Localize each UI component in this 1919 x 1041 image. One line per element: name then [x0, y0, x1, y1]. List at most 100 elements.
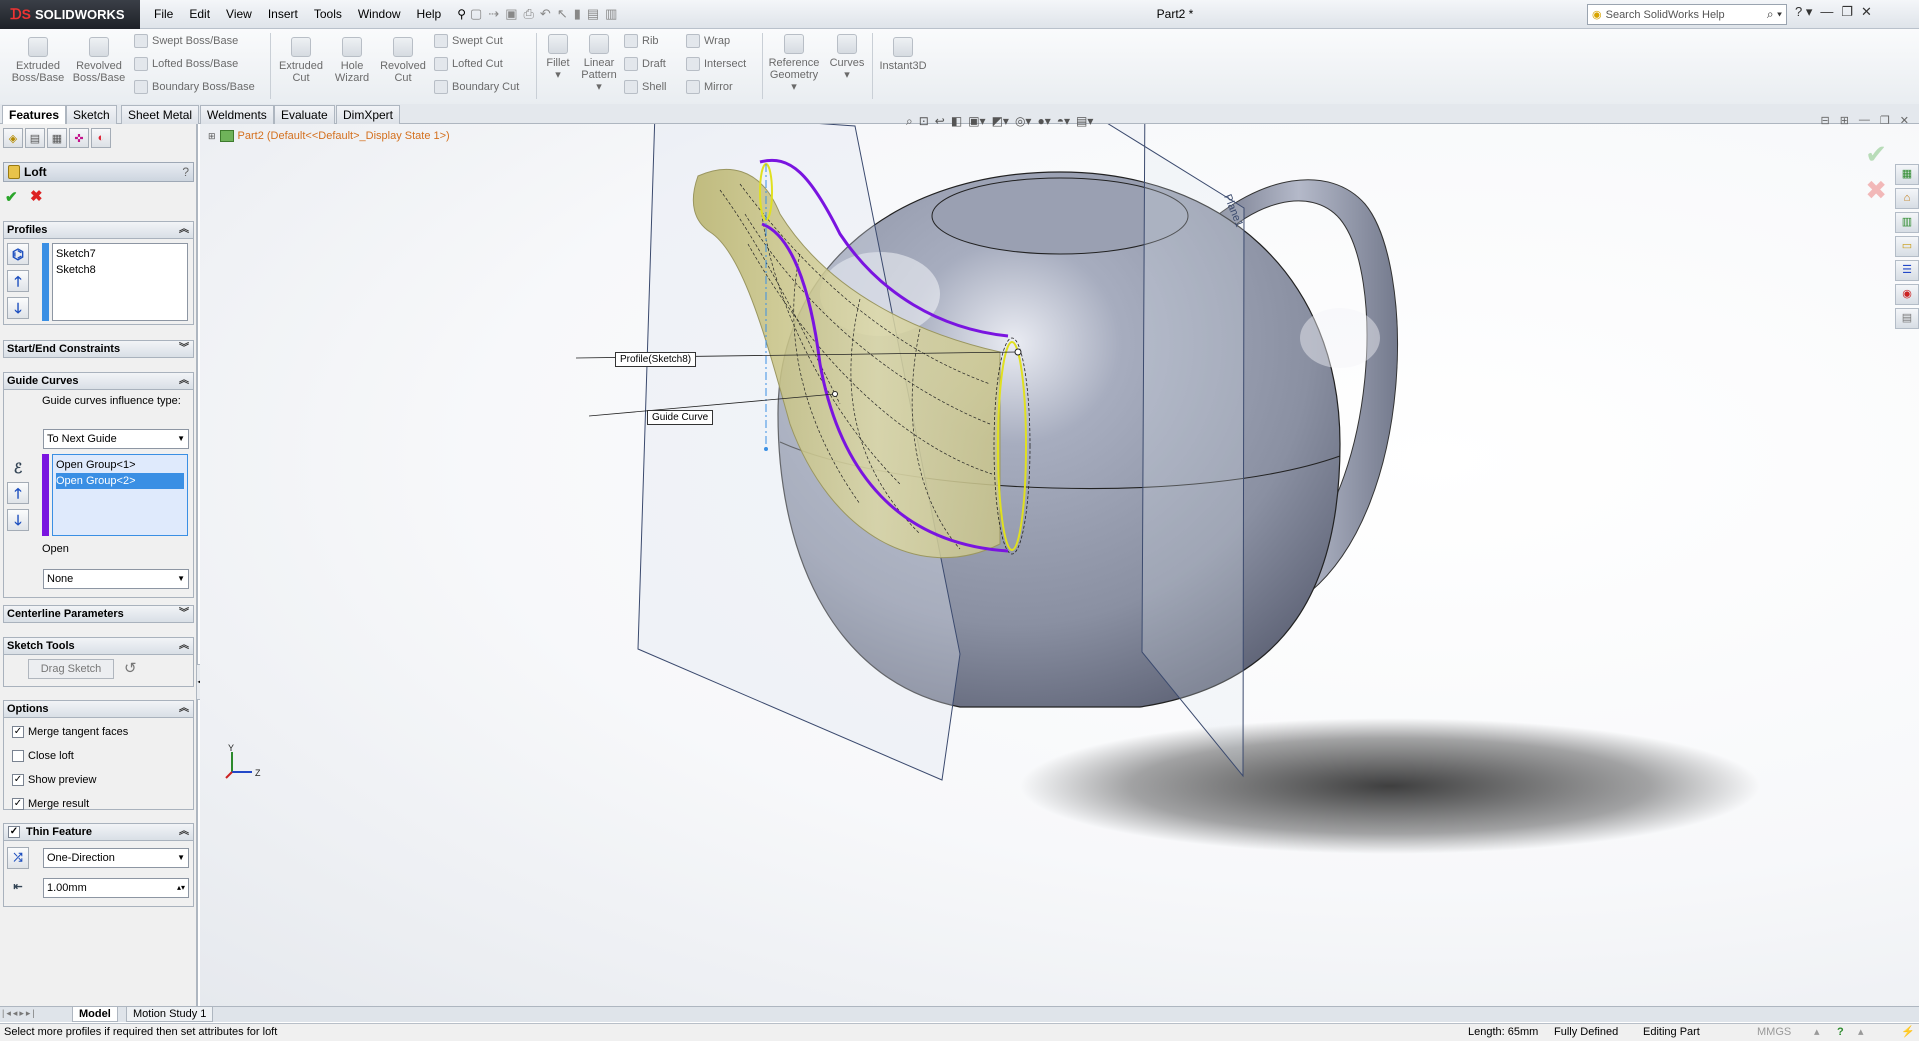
list-item[interactable]: Sketch7 — [56, 246, 184, 262]
connector-point[interactable] — [1014, 348, 1022, 356]
viewport-split-icon[interactable]: ⊞ — [1840, 114, 1849, 127]
menu-view[interactable]: View — [218, 0, 260, 29]
thin-direction-select[interactable]: One-Direction ▼ — [43, 848, 189, 868]
status-scroll-icon[interactable]: ▴ — [1858, 1024, 1864, 1041]
menu-file[interactable]: File — [146, 0, 181, 29]
viewport-close-icon[interactable]: ✕ — [1900, 114, 1909, 127]
menu-window[interactable]: Window — [350, 0, 409, 29]
mirror-button[interactable]: Mirror — [686, 80, 733, 94]
solidworks-resources-icon[interactable]: ▦ — [1895, 164, 1919, 185]
tab-features[interactable]: Features — [2, 105, 67, 125]
shell-button[interactable]: Shell — [624, 80, 666, 94]
hole-wizard-button[interactable]: Hole Wizard — [328, 37, 376, 84]
search-box[interactable]: ◉ Search SolidWorks Help ⌕ ▾ — [1587, 4, 1787, 25]
menu-insert[interactable]: Insert — [260, 0, 306, 29]
search-input[interactable]: Search SolidWorks Help — [1606, 9, 1725, 21]
drag-sketch-button[interactable]: Drag Sketch — [28, 659, 114, 679]
tab-sketch[interactable]: Sketch — [66, 105, 117, 124]
checkbox-merge-result[interactable]: ✓ — [12, 798, 24, 810]
extruded-boss-button[interactable]: Extruded Boss/Base — [8, 37, 68, 84]
close-loft-checkbox[interactable]: Close loft — [12, 750, 74, 762]
section-view-icon[interactable]: ◧ — [951, 114, 962, 129]
previous-view-icon[interactable]: ↩ — [935, 114, 945, 129]
minimize-icon[interactable]: — — [1820, 4, 1833, 20]
hide-show-icon[interactable]: ◎▾ — [1015, 114, 1032, 129]
cancel-button[interactable]: ✖ — [30, 187, 43, 205]
feature-tree-flyout[interactable]: ⊞ Part2 (Default<<Default>_Display State … — [208, 130, 450, 142]
close-icon[interactable]: ✕ — [1861, 4, 1872, 20]
view-settings-icon[interactable]: ▤▾ — [1076, 114, 1093, 129]
ok-button[interactable]: ✔ — [5, 188, 18, 206]
boundary-boss-button[interactable]: Boundary Boss/Base — [134, 80, 255, 94]
graphics-area[interactable]: Plane1 Y Z ⊞ Part2 (Default<<Default>_Di… — [200, 114, 1919, 1008]
rib-button[interactable]: Rib — [624, 34, 659, 48]
checkbox-merge-tangent[interactable]: ✓ — [12, 726, 24, 738]
options-icon[interactable]: ▥ — [605, 6, 617, 22]
thin-feature-header[interactable]: ✓ Thin Feature ︽ — [3, 823, 194, 841]
property-manager-icon[interactable]: ▤ — [25, 128, 45, 148]
list-item[interactable]: Open Group<1> — [56, 457, 184, 473]
menu-tools[interactable]: Tools — [306, 0, 350, 29]
print-icon[interactable]: ⎙ — [524, 6, 534, 22]
tab-sheet-metal[interactable]: Sheet Metal — [121, 105, 200, 124]
show-preview-checkbox[interactable]: ✓ Show preview — [12, 774, 96, 786]
sketch-tools-header[interactable]: Sketch Tools ︽ — [3, 637, 194, 655]
viewport-restore-icon[interactable]: ❐ — [1880, 114, 1890, 127]
instant3d-button[interactable]: Instant3D — [876, 37, 930, 72]
tab-weldments[interactable]: Weldments — [200, 105, 274, 124]
confirm-ok-icon[interactable]: ✔ — [1865, 136, 1887, 172]
revolved-boss-button[interactable]: Revolved Boss/Base — [70, 37, 128, 84]
guide-curves-list[interactable]: Open Group<1> Open Group<2> — [52, 454, 188, 536]
tab-evaluate[interactable]: Evaluate — [274, 105, 335, 124]
units-chevron-icon[interactable]: ▴ — [1814, 1024, 1820, 1041]
file-explorer-icon[interactable]: ▭ — [1895, 236, 1919, 257]
undo-icon[interactable]: ↶ — [540, 6, 551, 22]
tab-dimxpert[interactable]: DimXpert — [336, 105, 401, 124]
confirm-cancel-icon[interactable]: ✖ — [1865, 172, 1887, 208]
checkbox-show-preview[interactable]: ✓ — [12, 774, 24, 786]
feature-manager-icon[interactable]: ◈ — [3, 128, 23, 148]
profiles-list[interactable]: Sketch7 Sketch8 — [52, 243, 188, 321]
fillet-button[interactable]: Fillet ▾ — [540, 34, 576, 81]
status-units[interactable]: MMGS — [1757, 1024, 1791, 1041]
move-up-button[interactable]: 🡑 — [7, 482, 29, 504]
boundary-cut-button[interactable]: Boundary Cut — [434, 80, 519, 94]
rebuild-icon[interactable]: ▮ — [574, 6, 581, 22]
open-icon[interactable]: ⇢ — [488, 6, 499, 22]
spinner-icon[interactable]: ▴▾ — [177, 879, 185, 897]
intersect-button[interactable]: Intersect — [686, 57, 746, 71]
expand-icon[interactable]: ⊞ — [208, 131, 216, 142]
menu-help[interactable]: Help — [409, 0, 450, 29]
zoom-to-area-icon[interactable]: ⊡ — [919, 114, 929, 129]
open-select[interactable]: None ▼ — [43, 569, 189, 589]
list-item[interactable]: Sketch8 — [56, 262, 184, 278]
select-icon[interactable]: ↖ — [557, 6, 568, 22]
reverse-direction-button[interactable]: ⤮ — [7, 847, 29, 869]
connector-point[interactable] — [832, 391, 838, 397]
profile-callout[interactable]: Profile(Sketch8) — [615, 352, 697, 367]
merge-result-checkbox[interactable]: ✓ Merge result — [12, 798, 89, 810]
merge-tangent-faces-checkbox[interactable]: ✓ Merge tangent faces — [12, 726, 128, 738]
design-library-icon[interactable]: ▥ — [1895, 212, 1919, 233]
profiles-header[interactable]: Profiles ︽ — [3, 221, 194, 239]
view-orientation-icon[interactable]: ▣▾ — [968, 114, 985, 129]
zoom-to-fit-icon[interactable]: ⌕ — [906, 114, 913, 129]
revolved-cut-button[interactable]: Revolved Cut — [376, 37, 430, 84]
tab-motion-study[interactable]: Motion Study 1 — [126, 1007, 214, 1022]
guide-curve-callout[interactable]: Guide Curve — [647, 410, 714, 425]
move-down-button[interactable]: 🡓 — [7, 297, 29, 319]
home-icon[interactable]: ⌂ — [1895, 188, 1919, 209]
rebuild-status-icon[interactable]: ⚡ — [1901, 1024, 1915, 1041]
linear-pattern-button[interactable]: Linear Pattern ▾ — [578, 34, 620, 93]
configuration-manager-icon[interactable]: ▦ — [47, 128, 67, 148]
lofted-cut-button[interactable]: Lofted Cut — [434, 57, 503, 71]
thin-feature-checkbox[interactable]: ✓ — [8, 826, 20, 838]
wrap-button[interactable]: Wrap — [686, 34, 730, 48]
restore-icon[interactable]: ❐ — [1841, 4, 1853, 20]
viewport-minimize-icon[interactable]: — — [1859, 114, 1870, 127]
start-end-constraints-header[interactable]: Start/End Constraints ︾ — [3, 340, 194, 358]
move-up-button[interactable]: 🡑 — [7, 270, 29, 292]
dimxpert-manager-icon[interactable]: ✜ — [69, 128, 89, 148]
undo-sketch-drag-icon[interactable]: ↺ — [124, 659, 137, 677]
swept-cut-button[interactable]: Swept Cut — [434, 34, 503, 48]
